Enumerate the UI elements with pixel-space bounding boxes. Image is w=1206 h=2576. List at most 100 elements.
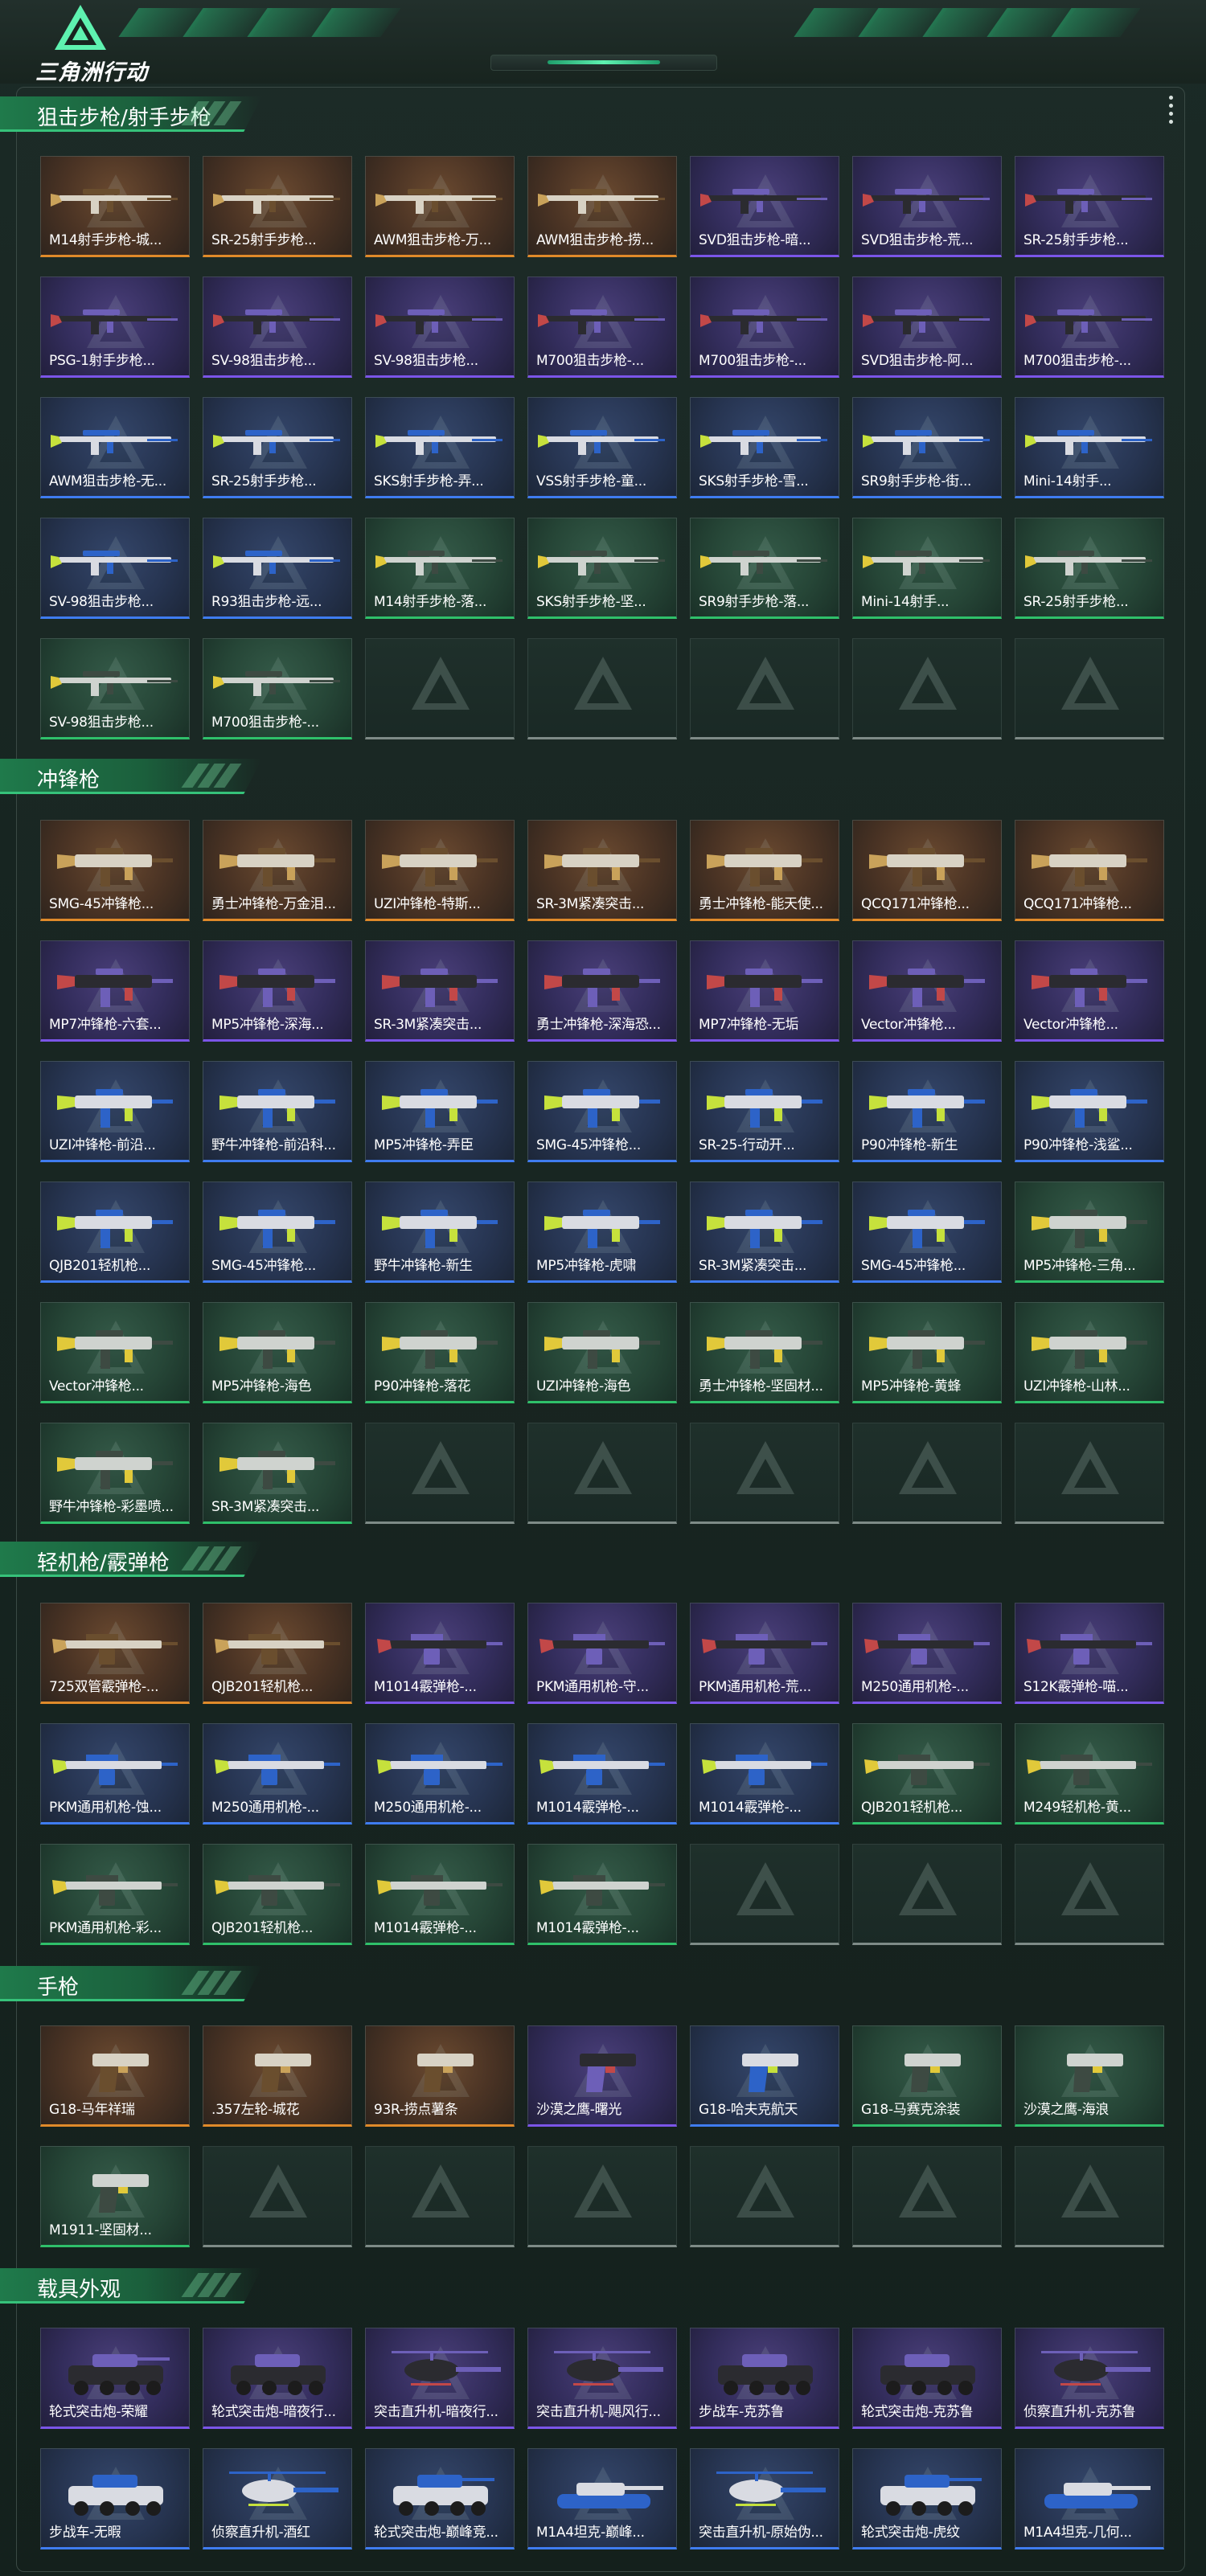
skin-card[interactable]: SR-25-行动开... <box>690 1061 839 1162</box>
skin-card[interactable]: 沙漠之鹰-海浪 <box>1015 2025 1164 2127</box>
skin-card[interactable]: M1014霰弹枪-... <box>365 1603 515 1704</box>
skin-card[interactable]: QCQ171冲锋枪... <box>852 820 1002 921</box>
skin-card[interactable]: SR-3M紧凑突击... <box>690 1182 839 1283</box>
skin-card[interactable]: M700狙击步枪-... <box>527 276 677 378</box>
skin-card[interactable]: QCQ171冲锋枪... <box>1015 820 1164 921</box>
skin-card[interactable]: Mini-14射手... <box>852 518 1002 619</box>
skin-card[interactable]: SR-25射手步枪... <box>1015 156 1164 257</box>
skin-card[interactable]: 突击直升机-原始伪... <box>690 2448 839 2549</box>
skin-card[interactable]: Vector冲锋枪... <box>1015 940 1164 1042</box>
skin-card[interactable]: M1014霰弹枪-... <box>527 1844 677 1945</box>
skin-card[interactable]: 野牛冲锋枪-前沿科... <box>203 1061 352 1162</box>
skin-card[interactable]: SMG-45冲锋枪... <box>40 820 190 921</box>
skin-card[interactable]: SR-3M紧凑突击... <box>365 940 515 1042</box>
skin-card[interactable]: SR9射手步枪-街... <box>852 397 1002 498</box>
skin-card[interactable]: M700狙击步枪-... <box>203 638 352 739</box>
skin-card[interactable]: SR-25射手步枪... <box>1015 518 1164 619</box>
skin-card[interactable]: M1A4坦克-巅峰... <box>527 2448 677 2549</box>
skin-card[interactable]: PSG-1射手步枪... <box>40 276 190 378</box>
skin-card[interactable]: MP7冲锋枪-无垢 <box>690 940 839 1042</box>
skin-card[interactable]: MP5冲锋枪-海色 <box>203 1302 352 1403</box>
skin-card[interactable]: VSS射手步枪-童... <box>527 397 677 498</box>
skin-card[interactable]: M1014霰弹枪-... <box>527 1723 677 1824</box>
skin-card[interactable]: SR9射手步枪-落... <box>690 518 839 619</box>
skin-card[interactable]: M14射手步枪-城... <box>40 156 190 257</box>
skin-card[interactable]: PKM通用机枪-蚀... <box>40 1723 190 1824</box>
skin-card[interactable]: 勇士冲锋枪-万金泪... <box>203 820 352 921</box>
skin-card[interactable]: 轮式突击炮-巅峰竞... <box>365 2448 515 2549</box>
skin-card[interactable]: M700狙击步枪-... <box>690 276 839 378</box>
skin-card[interactable]: 勇士冲锋枪-深海恐... <box>527 940 677 1042</box>
skin-card[interactable]: P90冲锋枪-落花 <box>365 1302 515 1403</box>
skin-card[interactable]: SR-25射手步枪... <box>203 397 352 498</box>
skin-card[interactable]: AWM狙击步枪-捞... <box>527 156 677 257</box>
skin-card[interactable]: 步战车-无暇 <box>40 2448 190 2549</box>
skin-card[interactable]: QJB201轻机枪... <box>203 1603 352 1704</box>
skin-card[interactable]: QJB201轻机枪... <box>40 1182 190 1283</box>
skin-card[interactable]: 突击直升机-暗夜行... <box>365 2328 515 2429</box>
skin-card[interactable]: PKM通用机枪-守... <box>527 1603 677 1704</box>
skin-card[interactable]: Vector冲锋枪... <box>40 1302 190 1403</box>
skin-card[interactable]: 野牛冲锋枪-彩墨喷... <box>40 1423 190 1524</box>
skin-card[interactable]: G18-马年祥瑞 <box>40 2025 190 2127</box>
skin-card[interactable]: SKS射手步枪-雪... <box>690 397 839 498</box>
skin-card[interactable]: Mini-14射手... <box>1015 397 1164 498</box>
skin-card[interactable]: Vector冲锋枪... <box>852 940 1002 1042</box>
skin-card[interactable]: SKS射手步枪-弄... <box>365 397 515 498</box>
skin-card[interactable]: SR-3M紧凑突击... <box>203 1423 352 1524</box>
skin-card[interactable]: SV-98狙击步枪... <box>40 518 190 619</box>
skin-card[interactable]: MP5冲锋枪-黄蜂 <box>852 1302 1002 1403</box>
skin-card[interactable]: 轮式突击炮-克苏鲁 <box>852 2328 1002 2429</box>
skin-card[interactable]: SVD狙击步枪-荒... <box>852 156 1002 257</box>
skin-card[interactable]: 勇士冲锋枪-能天使... <box>690 820 839 921</box>
skin-card[interactable]: MP5冲锋枪-深海... <box>203 940 352 1042</box>
skin-card[interactable]: M250通用机枪-... <box>203 1723 352 1824</box>
skin-card[interactable]: M1014霰弹枪-... <box>365 1844 515 1945</box>
skin-card[interactable]: SV-98狙击步枪... <box>365 276 515 378</box>
skin-card[interactable]: 93R-捞点薯条 <box>365 2025 515 2127</box>
skin-card[interactable]: R93狙击步枪-远... <box>203 518 352 619</box>
skin-card[interactable]: AWM狙击步枪-万... <box>365 156 515 257</box>
skin-card[interactable]: 野牛冲锋枪-新生 <box>365 1182 515 1283</box>
skin-card[interactable]: SVD狙击步枪-阿... <box>852 276 1002 378</box>
skin-card[interactable]: 725双管霰弹枪-... <box>40 1603 190 1704</box>
skin-card[interactable]: 轮式突击炮-虎纹 <box>852 2448 1002 2549</box>
skin-card[interactable]: 侦察直升机-酒红 <box>203 2448 352 2549</box>
skin-card[interactable]: P90冲锋枪-新生 <box>852 1061 1002 1162</box>
skin-card[interactable]: 突击直升机-飓风行... <box>527 2328 677 2429</box>
skin-card[interactable]: M249轻机枪-黄... <box>1015 1723 1164 1824</box>
skin-card[interactable]: QJB201轻机枪... <box>852 1723 1002 1824</box>
skin-card[interactable]: MP7冲锋枪-六套... <box>40 940 190 1042</box>
skin-card[interactable]: SR-3M紧凑突击... <box>527 820 677 921</box>
skin-card[interactable]: G18-哈夫克航天 <box>690 2025 839 2127</box>
skin-card[interactable]: M700狙击步枪-... <box>1015 276 1164 378</box>
skin-card[interactable]: SV-98狙击步枪... <box>40 638 190 739</box>
skin-card[interactable]: UZI冲锋枪-特斯... <box>365 820 515 921</box>
skin-card[interactable]: SR-25射手步枪... <box>203 156 352 257</box>
skin-card[interactable]: QJB201轻机枪... <box>203 1844 352 1945</box>
skin-card[interactable]: UZI冲锋枪-前沿... <box>40 1061 190 1162</box>
skin-card[interactable]: SMG-45冲锋枪... <box>852 1182 1002 1283</box>
skin-card[interactable]: SMG-45冲锋枪... <box>527 1061 677 1162</box>
skin-card[interactable]: SKS射手步枪-坚... <box>527 518 677 619</box>
skin-card[interactable]: SVD狙击步枪-暗... <box>690 156 839 257</box>
skin-card[interactable]: M250通用机枪-... <box>852 1603 1002 1704</box>
skin-card[interactable]: M1911-坚固材... <box>40 2146 190 2247</box>
skin-card[interactable]: AWM狙击步枪-无... <box>40 397 190 498</box>
skin-card[interactable]: M14射手步枪-落... <box>365 518 515 619</box>
skin-card[interactable]: MP5冲锋枪-三角... <box>1015 1182 1164 1283</box>
skin-card[interactable]: M1014霰弹枪-... <box>690 1723 839 1824</box>
skin-card[interactable]: 轮式突击炮-荣耀 <box>40 2328 190 2429</box>
skin-card[interactable]: .357左轮-城花 <box>203 2025 352 2127</box>
skin-card[interactable]: M250通用机枪-... <box>365 1723 515 1824</box>
skin-card[interactable]: 步战车-克苏鲁 <box>690 2328 839 2429</box>
skin-card[interactable]: 勇士冲锋枪-坚固材... <box>690 1302 839 1403</box>
skin-card[interactable]: PKM通用机枪-彩... <box>40 1844 190 1945</box>
skin-card[interactable]: UZI冲锋枪-海色 <box>527 1302 677 1403</box>
skin-card[interactable]: M1A4坦克-几何... <box>1015 2448 1164 2549</box>
skin-card[interactable]: SV-98狙击步枪... <box>203 276 352 378</box>
skin-card[interactable]: S12K霰弹枪-喵... <box>1015 1603 1164 1704</box>
skin-card[interactable]: G18-马赛克涂装 <box>852 2025 1002 2127</box>
skin-card[interactable]: 轮式突击炮-暗夜行... <box>203 2328 352 2429</box>
skin-card[interactable]: PKM通用机枪-荒... <box>690 1603 839 1704</box>
